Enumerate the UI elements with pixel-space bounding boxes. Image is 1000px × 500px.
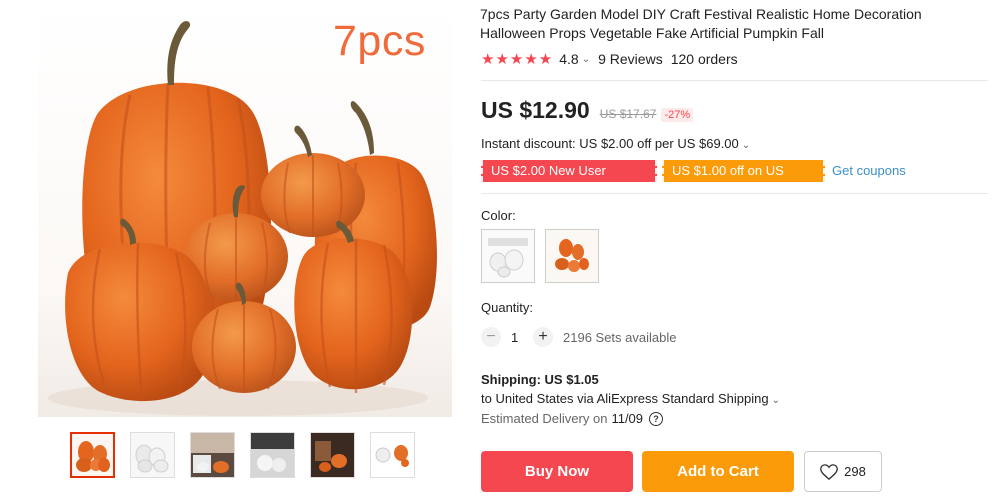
color-option-white[interactable] [481, 229, 535, 283]
thumbnail-pumpkins-white [131, 433, 174, 477]
thumbnail-room-scene [191, 433, 234, 477]
chevron-down-icon: ⌄ [741, 140, 751, 151]
pumpkin-middle-top [261, 125, 365, 237]
quantity-increase-button[interactable]: + [533, 327, 553, 347]
delivery-label: Estimated Delivery on [481, 411, 608, 426]
thumbnail-color-options [371, 433, 414, 477]
get-coupons-link[interactable]: Get coupons [832, 163, 906, 178]
color-option-orange[interactable] [545, 229, 599, 283]
help-icon[interactable]: ? [649, 411, 664, 426]
thumbnail-6[interactable] [370, 432, 415, 478]
thumbnail-5[interactable] [310, 432, 355, 478]
thumbnail-pumpkins-orange [72, 434, 113, 476]
price-row: US $12.90 US $17.67 -27% [481, 97, 694, 124]
original-price: US $17.67 [599, 107, 657, 121]
orange-pumpkins-swatch [546, 230, 598, 282]
shipping-method[interactable]: to United States via AliExpress Standard… [481, 391, 780, 406]
wishlist-button[interactable]: 298 [804, 451, 882, 492]
chevron-down-icon: ⌄ [771, 395, 781, 406]
divider [481, 80, 988, 81]
divider [481, 193, 988, 194]
stock-available: 2196 Sets available [563, 330, 677, 345]
shipping-method-text: to United States via AliExpress Standard… [481, 391, 769, 406]
thumbnail-4[interactable] [250, 432, 295, 478]
rating-row: ★★★★★ 4.8 ⌄ 9 Reviews 120 orders [481, 50, 738, 68]
product-title: 7pcs Party Garden Model DIY Craft Festiv… [480, 6, 922, 41]
current-price: US $12.90 [481, 97, 590, 123]
reviews-link[interactable]: 9 Reviews [598, 51, 663, 67]
main-product-image[interactable]: 7pcs [38, 3, 452, 417]
image-badge-7pcs: 7pcs [333, 17, 426, 65]
thumbnail-white-pumpkins-decor [251, 433, 294, 477]
white-pumpkins-swatch [482, 230, 534, 282]
star-rating-icon: ★★★★★ [481, 51, 554, 68]
add-to-cart-button[interactable]: Add to Cart [642, 451, 794, 492]
orders-count: 120 orders [670, 51, 738, 67]
color-label: Color: [481, 208, 516, 223]
new-user-coupon[interactable]: US $2.00 New User Coupon [481, 160, 657, 200]
chevron-down-icon[interactable]: ⌄ [582, 54, 590, 65]
rating-score[interactable]: 4.8 [559, 51, 578, 67]
heart-icon [820, 463, 839, 480]
instant-discount-text: Instant discount: US $2.00 off per US $6… [481, 136, 739, 151]
thumbnail-2[interactable] [130, 432, 175, 478]
thumbnail-table-scene [311, 433, 354, 477]
thumbnail-3[interactable] [190, 432, 235, 478]
instant-discount[interactable]: Instant discount: US $2.00 off per US $6… [481, 136, 750, 151]
thumbnail-1[interactable] [70, 432, 115, 478]
wishlist-count: 298 [844, 464, 866, 479]
discount-badge: -27% [661, 108, 694, 122]
buy-now-button[interactable]: Buy Now [481, 451, 633, 492]
estimated-delivery: Estimated Delivery on 11/09 ? [481, 411, 664, 426]
quantity-decrease-button[interactable]: − [481, 327, 501, 347]
quantity-label: Quantity: [481, 300, 534, 315]
store-coupon[interactable]: US $1.00 off on US $17.00 [662, 160, 825, 200]
shipping-cost: Shipping: US $1.05 [481, 372, 599, 387]
quantity-value[interactable]: 1 [511, 330, 518, 345]
delivery-date: 11/09 [611, 411, 644, 426]
